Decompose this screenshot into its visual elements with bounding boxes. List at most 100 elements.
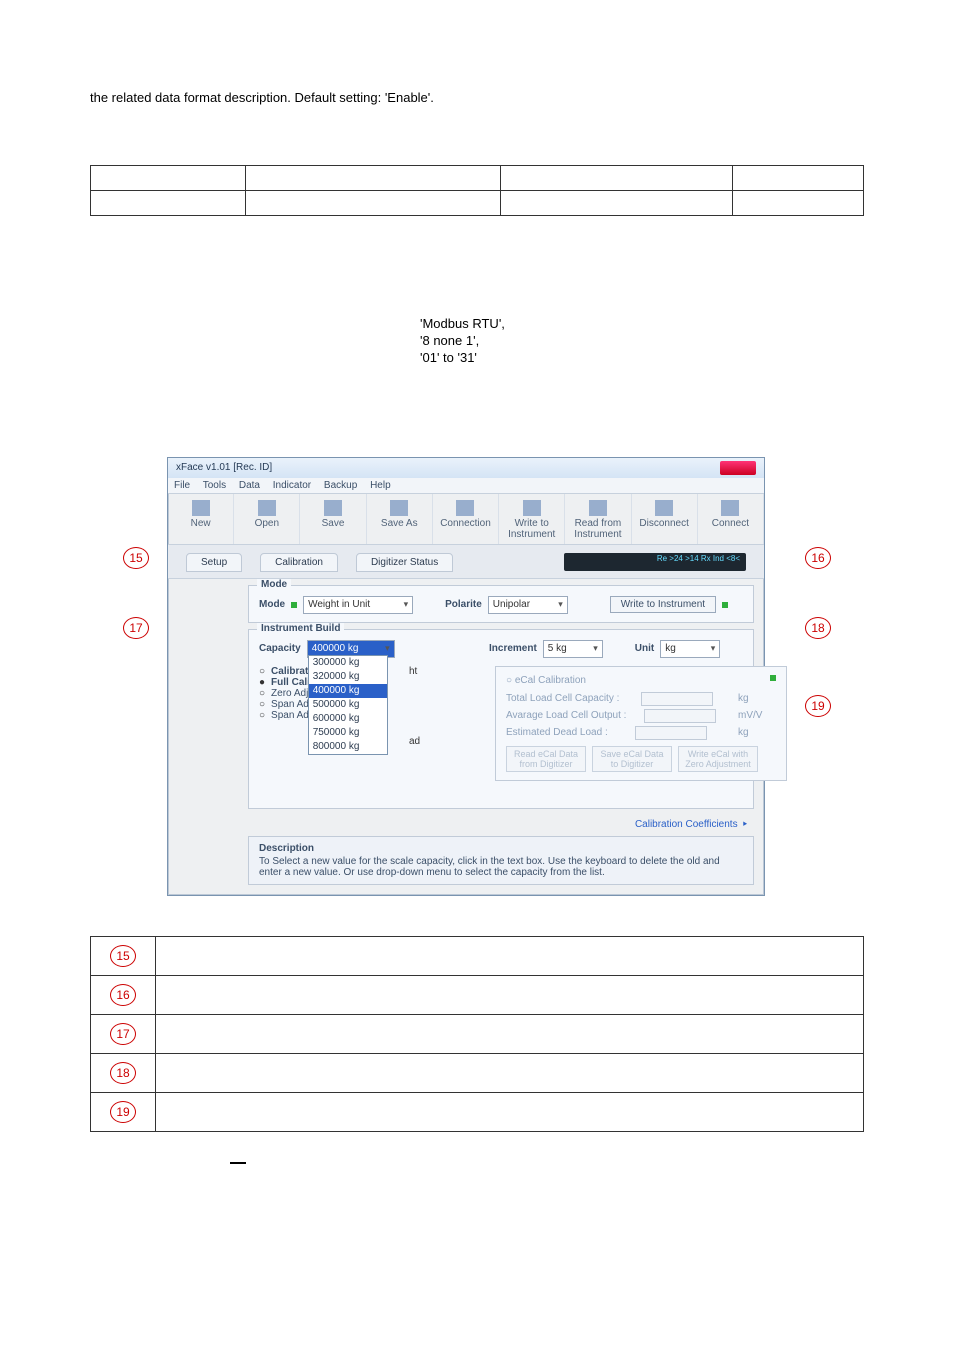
- toolbar-read[interactable]: Read from Instrument: [565, 494, 631, 544]
- menu-item[interactable]: Help: [370, 480, 391, 491]
- setting-line: '01' to '31': [420, 350, 620, 367]
- dropdown-item[interactable]: 320000 kg: [309, 670, 387, 684]
- tab-calibration[interactable]: Calibration: [260, 553, 338, 572]
- increment-select[interactable]: 5 kg: [543, 640, 603, 658]
- screenshot-figure: 15 17 16 18 19 xFace v1.01 [Rec. ID] Fil…: [167, 457, 787, 896]
- table-row: 17: [91, 1014, 864, 1053]
- menubar[interactable]: File Tools Data Indicator Backup Help: [168, 478, 764, 494]
- toolbar-save[interactable]: Save: [300, 494, 366, 544]
- table-row: 15: [91, 936, 864, 975]
- overlap-ad: ad: [409, 736, 420, 747]
- ecal-total-field[interactable]: [641, 692, 713, 706]
- description-body: To Select a new value for the scale capa…: [259, 856, 743, 878]
- ecal-heading: eCal Calibration: [515, 675, 586, 686]
- toolbar-write[interactable]: Write to Instrument: [499, 494, 565, 544]
- mode-select[interactable]: Weight in Unit: [303, 596, 413, 614]
- ecal-avg-field[interactable]: [644, 709, 716, 723]
- setting-line: 'Modbus RTU',: [420, 316, 620, 333]
- legend-badge-15: 15: [110, 945, 136, 967]
- dropdown-item[interactable]: 600000 kg: [309, 712, 387, 726]
- callout-15: 15: [123, 547, 149, 569]
- ecal-total-label: Total Load Cell Capacity :: [506, 693, 619, 704]
- block-parameter-table: [90, 165, 864, 216]
- dropdown-item[interactable]: 400000 kg: [309, 684, 387, 698]
- setting-line: '8 none 1',: [420, 333, 620, 350]
- legend-badge-17: 17: [110, 1023, 136, 1045]
- disconnect-icon: [655, 500, 673, 516]
- toolbar-new[interactable]: New: [168, 494, 234, 544]
- table-row: 19: [91, 1092, 864, 1131]
- capacity-select[interactable]: 400000 kg 300000 kg 320000 kg 400000 kg …: [307, 640, 395, 658]
- description-title: Description: [259, 843, 743, 854]
- table-row: 16: [91, 975, 864, 1014]
- status-dot-icon: [770, 675, 776, 681]
- menu-item[interactable]: Indicator: [273, 480, 311, 491]
- toolbar-connection[interactable]: Connection: [433, 494, 499, 544]
- window-titlebar: xFace v1.01 [Rec. ID]: [168, 458, 764, 478]
- tab-row: Setup Calibration Digitizer Status Re >2…: [168, 545, 764, 579]
- default-settings: 'Modbus RTU', '8 none 1', '01' to '31': [420, 316, 620, 367]
- increment-label: Increment: [489, 643, 537, 654]
- instrument-legend: Instrument Build: [257, 623, 344, 634]
- save-as-icon: [390, 500, 408, 516]
- legend-badge-18: 18: [110, 1062, 136, 1084]
- radio-span-ad1[interactable]: Span Ad: [271, 699, 309, 710]
- dropdown-item[interactable]: 300000 kg: [309, 656, 387, 670]
- toolbar-open[interactable]: Open: [234, 494, 300, 544]
- status-dot-icon: [722, 602, 728, 608]
- mode-label: Mode: [259, 599, 285, 610]
- table-row: 18: [91, 1053, 864, 1092]
- toolbar-connect[interactable]: Connect: [698, 494, 764, 544]
- dropdown-item[interactable]: 500000 kg: [309, 698, 387, 712]
- capacity-dropdown[interactable]: 300000 kg 320000 kg 400000 kg 500000 kg …: [308, 655, 388, 755]
- callout-16: 16: [805, 547, 831, 569]
- legend-badge-19: 19: [110, 1101, 136, 1123]
- polarite-label: Polarite: [445, 599, 482, 610]
- new-icon: [192, 500, 210, 516]
- intro-text: the related data format description. Def…: [90, 90, 864, 105]
- description-panel: Description To Select a new value for th…: [248, 836, 754, 885]
- radio-span-ad2[interactable]: Span Ad: [271, 710, 309, 721]
- calibration-coefficients-link[interactable]: Calibration Coefficients: [248, 815, 754, 830]
- ecal-read-button[interactable]: Read eCal Data from Digitizer: [506, 746, 586, 772]
- ecal-save-button[interactable]: Save eCal Data to Digitizer: [592, 746, 672, 772]
- unit-select[interactable]: kg: [660, 640, 720, 658]
- toolbar-save-as[interactable]: Save As: [367, 494, 433, 544]
- menu-item[interactable]: Data: [239, 480, 260, 491]
- close-icon[interactable]: [720, 461, 756, 475]
- status-display: Re >24 >14 Rx Ind <8<: [564, 553, 746, 571]
- page-divider: [230, 1162, 246, 1164]
- ecal-dead-field[interactable]: [635, 726, 707, 740]
- save-icon: [324, 500, 342, 516]
- mode-legend: Mode: [257, 579, 291, 590]
- ecal-dead-label: Estimated Dead Load :: [506, 727, 608, 738]
- open-icon: [258, 500, 276, 516]
- table-row: [91, 191, 864, 216]
- mode-group: Mode Mode Weight in Unit Polarite Unipol…: [248, 585, 754, 623]
- menu-item[interactable]: File: [174, 480, 190, 491]
- app-window: xFace v1.01 [Rec. ID] File Tools Data In…: [167, 457, 765, 896]
- radio-full-cal[interactable]: Full Cali: [271, 677, 310, 688]
- window-title: xFace v1.01 [Rec. ID]: [176, 462, 272, 473]
- write-to-instrument-button[interactable]: Write to Instrument: [610, 596, 716, 613]
- radio-zero-adj[interactable]: Zero Adj: [271, 688, 308, 699]
- tab-digitizer-status[interactable]: Digitizer Status: [356, 553, 453, 572]
- menu-item[interactable]: Tools: [203, 480, 226, 491]
- dropdown-item[interactable]: 750000 kg: [309, 726, 387, 740]
- toolbar-disconnect[interactable]: Disconnect: [632, 494, 698, 544]
- status-dot-icon: [291, 602, 297, 608]
- toolbar: New Open Save Save As Connection Write t…: [168, 494, 764, 545]
- write-icon: [523, 500, 541, 516]
- capacity-label: Capacity: [259, 643, 301, 654]
- callout-17: 17: [123, 617, 149, 639]
- ecal-write-button[interactable]: Write eCal with Zero Adjustment: [678, 746, 758, 772]
- polarite-select[interactable]: Unipolar: [488, 596, 568, 614]
- callout-18: 18: [805, 617, 831, 639]
- tab-setup[interactable]: Setup: [186, 553, 242, 572]
- legend-badge-16: 16: [110, 984, 136, 1006]
- dropdown-item[interactable]: 800000 kg: [309, 740, 387, 754]
- instrument-build-group: Instrument Build Capacity 400000 kg 3000…: [248, 629, 754, 809]
- connection-icon: [456, 500, 474, 516]
- overlap-ht: ht: [409, 666, 417, 677]
- menu-item[interactable]: Backup: [324, 480, 357, 491]
